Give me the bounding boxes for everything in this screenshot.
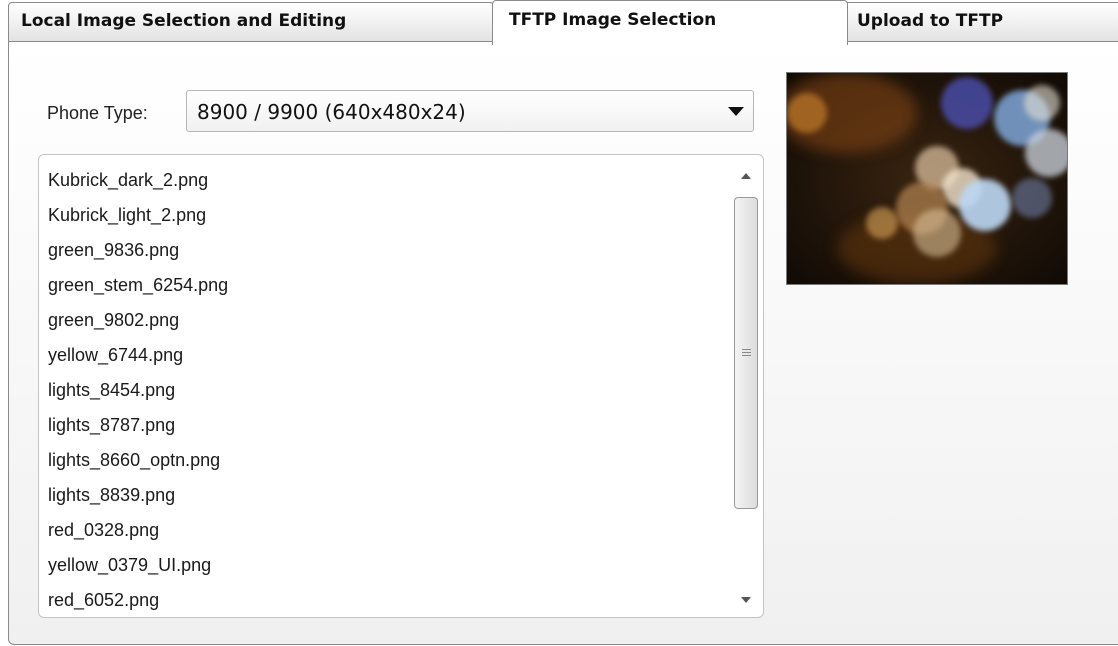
list-item[interactable]: lights_8839.png <box>48 480 228 515</box>
phone-type-label: Phone Type: <box>47 103 148 123</box>
scroll-down-arrow-icon[interactable] <box>739 595 753 605</box>
file-list-items: Kubrick_dark_2.png Kubrick_light_2.png gre… <box>48 165 228 617</box>
bokeh-preview-image <box>787 73 1067 284</box>
scroll-grip-icon <box>742 349 751 356</box>
phone-type-selected-value: 8900 / 9900 (640x480x24) <box>197 100 466 124</box>
list-item[interactable]: lights_8454.png <box>48 375 228 410</box>
image-preview <box>786 72 1068 285</box>
list-item[interactable]: Kubrick_light_2.png <box>48 200 228 235</box>
scroll-up-arrow-icon[interactable] <box>739 171 753 181</box>
list-item[interactable]: lights_8660_optn.png <box>48 445 228 480</box>
list-item[interactable]: red_0328.png <box>48 515 228 550</box>
list-item[interactable]: green_9836.png <box>48 235 228 270</box>
list-item[interactable]: green_stem_6254.png <box>48 270 228 305</box>
list-item[interactable]: green_9802.png <box>48 305 228 340</box>
list-item[interactable]: yellow_0379_UI.png <box>48 550 228 585</box>
list-item[interactable]: Kubrick_dark_2.png <box>48 165 228 200</box>
scrollbar-thumb[interactable] <box>734 197 758 509</box>
phone-type-dropdown[interactable]: 8900 / 9900 (640x480x24) <box>186 90 754 132</box>
tab-strip: Local Image Selection and Editing TFTP I… <box>8 0 1118 45</box>
list-item[interactable]: red_6052.png <box>48 585 228 617</box>
chevron-down-icon[interactable] <box>725 101 747 121</box>
list-scrollbar[interactable] <box>733 161 759 611</box>
image-file-list[interactable]: Kubrick_dark_2.png Kubrick_light_2.png gre… <box>38 154 764 618</box>
list-item[interactable]: yellow_6744.png <box>48 340 228 375</box>
tab-local-image-selection[interactable]: Local Image Selection and Editing <box>8 2 494 42</box>
list-item[interactable]: lights_8787.png <box>48 410 228 445</box>
tab-tftp-image-selection[interactable]: TFTP Image Selection <box>492 0 848 45</box>
tab-upload-to-tftp[interactable]: Upload to TFTP <box>842 2 1118 42</box>
